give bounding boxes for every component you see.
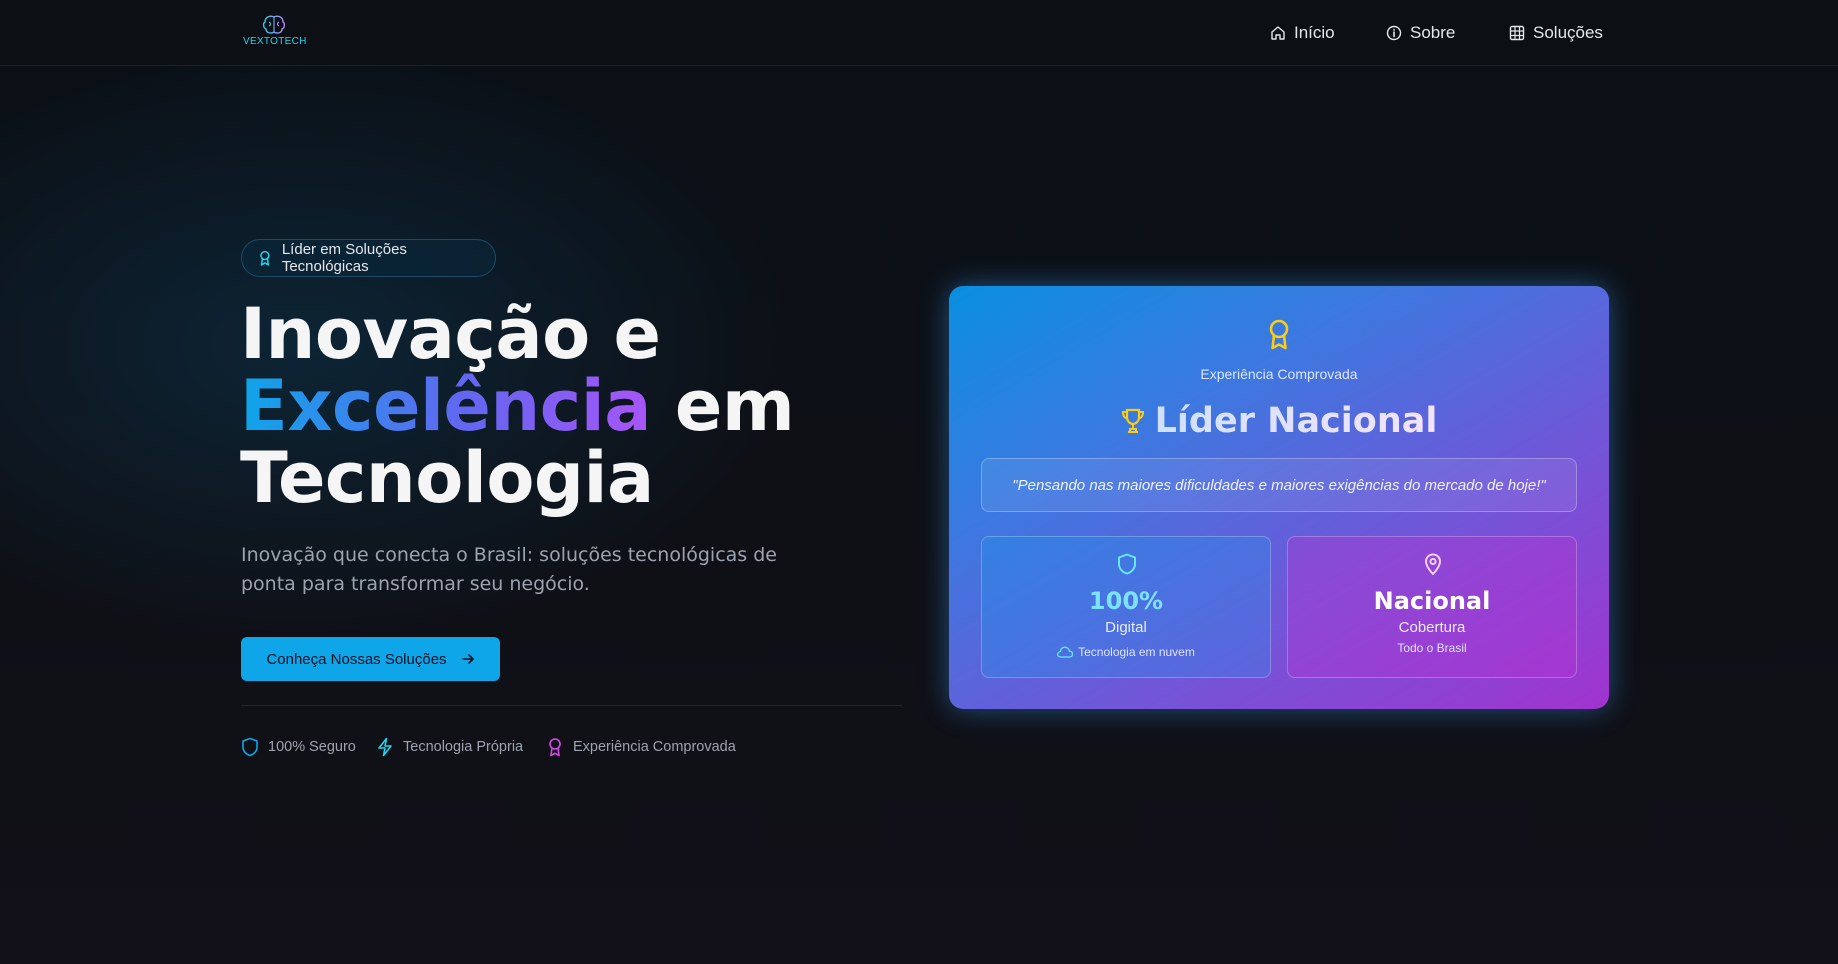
card-title-text: Líder Nacional bbox=[1154, 401, 1438, 441]
stat-digital: 100% Digital Tecnologia em nuvem bbox=[981, 536, 1271, 678]
brand-logo[interactable]: VEXTOTECH bbox=[243, 14, 307, 52]
nav-item-label: Início bbox=[1294, 23, 1335, 42]
award-icon bbox=[260, 250, 270, 266]
feature-label: Tecnologia Própria bbox=[403, 739, 524, 755]
stat-note: Todo o Brasil bbox=[1288, 641, 1576, 655]
brand-name: VEXTOTECH bbox=[243, 36, 307, 47]
nav-item-label: Sobre bbox=[1410, 23, 1456, 42]
trophy-icon bbox=[1121, 408, 1144, 433]
hero-subtitle: Inovação que conecta o Brasil: soluções … bbox=[241, 544, 777, 595]
brain-logo-icon bbox=[262, 15, 286, 34]
feature-tecnologia: Tecnologia Própria bbox=[376, 736, 523, 758]
card-title: Líder Nacional bbox=[949, 398, 1609, 444]
shield-icon bbox=[242, 737, 258, 757]
cta-button[interactable]: Conheça Nossas Soluções bbox=[241, 637, 500, 681]
card-eyebrow: Experiência Comprovada bbox=[1200, 366, 1358, 382]
info-icon bbox=[1386, 25, 1402, 41]
feature-label: Experiência Comprovada bbox=[573, 739, 736, 755]
stat-label: Cobertura bbox=[1398, 619, 1466, 636]
headline-line1: Inovação e bbox=[240, 293, 661, 375]
hero-divider bbox=[241, 705, 902, 706]
nav-item-inicio[interactable]: Início bbox=[1270, 20, 1335, 46]
feature-experiencia: Experiência Comprovada bbox=[546, 736, 736, 758]
feature-label: 100% Seguro bbox=[268, 739, 356, 755]
navbar: VEXTOTECH Início Sobre Soluções bbox=[0, 0, 1838, 66]
cloud-icon bbox=[1057, 646, 1074, 658]
award-icon bbox=[549, 738, 561, 757]
stat-nacional: Nacional Cobertura Todo o Brasil bbox=[1287, 536, 1577, 678]
home-icon bbox=[1271, 26, 1285, 40]
hero-badge-label: Líder em Soluções Tecnológicas bbox=[281, 241, 407, 275]
highlight-card: Experiência Comprovada Líder Nacional "P… bbox=[949, 286, 1609, 709]
cta-label: Conheça Nossas Soluções bbox=[266, 650, 447, 668]
nav-item-solucoes[interactable]: Soluções bbox=[1509, 20, 1603, 46]
nav-item-label: Soluções bbox=[1533, 23, 1603, 42]
feature-seguro: 100% Seguro bbox=[241, 736, 356, 758]
shield-icon bbox=[1118, 553, 1136, 575]
hero-headline: Inovação e Excelência em Tecnologia bbox=[240, 298, 860, 514]
map-pin-icon bbox=[1425, 553, 1441, 575]
arrow-right-icon bbox=[461, 654, 474, 664]
nav-item-sobre[interactable]: Sobre bbox=[1386, 20, 1455, 46]
stat-value: 100% bbox=[1088, 587, 1164, 615]
stat-note-label: Tecnologia em nuvem bbox=[1078, 645, 1195, 659]
stat-label: Digital bbox=[1105, 619, 1147, 636]
bolt-icon bbox=[378, 737, 392, 757]
stat-value: Nacional bbox=[1373, 587, 1491, 615]
card-quote: "Pensando nas maiores dificuldades e mai… bbox=[981, 458, 1577, 512]
headline-highlight: Excelência bbox=[240, 365, 651, 447]
headline-line3: Tecnologia bbox=[240, 437, 654, 519]
grid-icon bbox=[1509, 25, 1525, 41]
stat-note-label: Todo o Brasil bbox=[1397, 641, 1467, 655]
stat-note: Tecnologia em nuvem bbox=[982, 645, 1270, 659]
hero-badge: Líder em Soluções Tecnológicas bbox=[241, 239, 496, 277]
headline-line2-rest: em bbox=[650, 365, 795, 447]
award-icon bbox=[1269, 319, 1289, 350]
